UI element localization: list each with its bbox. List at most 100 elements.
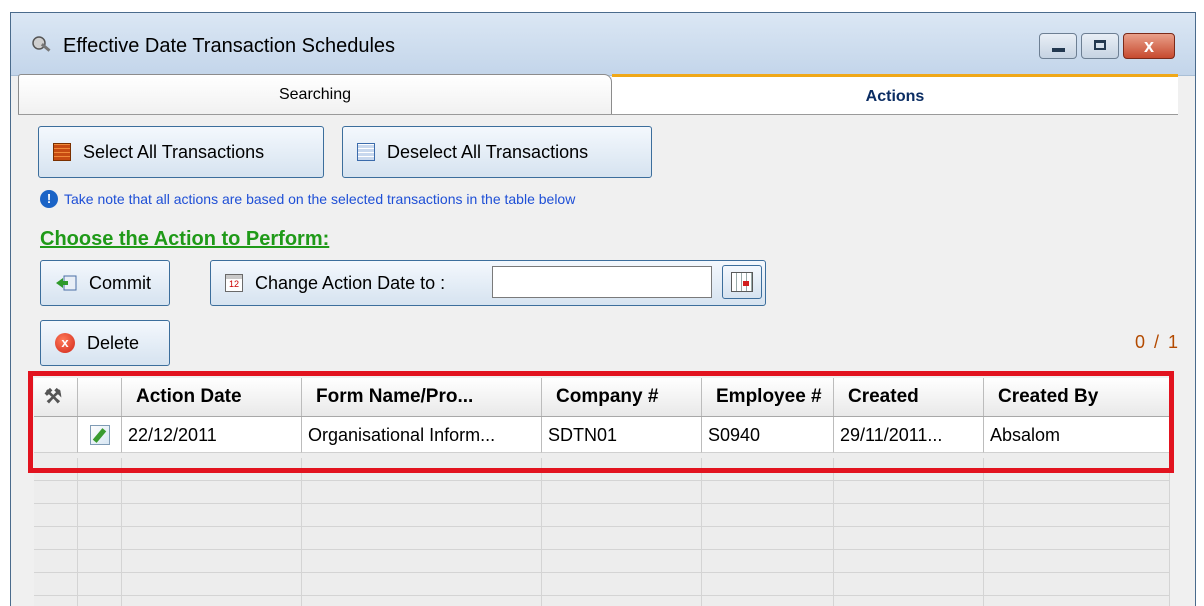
empty-cell [34,527,78,550]
empty-cell [34,573,78,596]
empty-cell [984,458,1170,481]
tab-searching[interactable]: Searching [18,74,612,114]
empty-cell [984,596,1170,606]
info-icon: ! [40,190,58,208]
empty-cell [542,527,702,550]
window-title: Effective Date Transaction Schedules [63,35,396,57]
close-icon: x [1143,36,1154,56]
empty-cell [78,458,122,481]
empty-cell [78,550,122,573]
empty-cell [34,504,78,527]
empty-cell [542,504,702,527]
empty-cell [122,596,302,606]
empty-cell [542,458,702,481]
empty-cell [834,458,984,481]
maximize-button[interactable] [1081,33,1119,59]
empty-cell [78,573,122,596]
empty-row [34,458,1170,481]
empty-cell [302,596,542,606]
empty-cell [542,481,702,504]
empty-cell [122,481,302,504]
cell-employee[interactable]: S0940 [702,417,834,453]
column-header-created-by[interactable]: Created By [984,378,1170,416]
empty-cell [302,481,542,504]
empty-cell [542,550,702,573]
empty-cell [122,458,302,481]
column-header-company[interactable]: Company # [542,378,702,416]
column-header-employee[interactable]: Employee # [702,378,834,416]
table-row[interactable]: 22/12/2011 Organisational Inform... SDTN… [34,417,1170,453]
empty-cell [302,550,542,573]
commit-button[interactable]: Commit [40,260,170,306]
delete-button[interactable]: x Delete [40,320,170,366]
empty-cell [834,573,984,596]
calendar-picker-button[interactable] [722,265,762,299]
empty-cell [122,527,302,550]
empty-cell [702,458,834,481]
empty-cell [702,481,834,504]
empty-cell [122,550,302,573]
empty-row [34,596,1170,606]
cell-action-date[interactable]: 22/12/2011 [122,417,302,453]
empty-cell [302,527,542,550]
empty-cell [542,573,702,596]
empty-cell [78,504,122,527]
row-status-cell [78,417,122,453]
empty-cell [834,527,984,550]
action-heading: Choose the Action to Perform: [40,228,330,250]
row-selector[interactable] [34,417,78,453]
info-note: Take note that all actions are based on … [64,191,576,207]
change-date-label: Change Action Date to : [255,272,446,293]
select-grid-icon [53,143,71,161]
empty-cell [78,481,122,504]
delete-icon: x [55,333,75,353]
delete-label: Delete [87,332,140,353]
column-header-created[interactable]: Created [834,378,984,416]
empty-row [34,481,1170,504]
title-bar[interactable]: Effective Date Transaction Schedules x [11,13,1195,76]
empty-cell [834,504,984,527]
empty-cell [302,458,542,481]
cell-created[interactable]: 29/11/2011... [834,417,984,453]
column-header-status[interactable] [78,378,122,416]
empty-cell [34,550,78,573]
edit-icon[interactable] [90,425,110,445]
empty-cell [122,573,302,596]
empty-cell [702,550,834,573]
calendar-icon: 12 [225,274,243,292]
empty-cell [984,481,1170,504]
empty-cell [702,527,834,550]
selection-counter: 0 / 1 [1134,332,1180,352]
commit-label: Commit [89,272,151,293]
empty-cell [984,504,1170,527]
tab-actions[interactable]: Actions [612,74,1178,114]
empty-cell [302,504,542,527]
tools-icon: ⚒ [44,386,62,408]
empty-cell [122,504,302,527]
cell-created-by[interactable]: Absalom [984,417,1170,453]
empty-row [34,550,1170,573]
cell-company[interactable]: SDTN01 [542,417,702,453]
deselect-all-transactions-button[interactable]: Deselect All Transactions [342,126,652,178]
close-button[interactable]: x [1123,33,1175,59]
empty-cell [702,504,834,527]
deselect-all-label: Deselect All Transactions [387,141,589,162]
column-header-tools[interactable]: ⚒ [34,378,78,416]
empty-row [34,504,1170,527]
column-header-action-date[interactable]: Action Date [122,378,302,416]
select-all-transactions-button[interactable]: Select All Transactions [38,126,324,178]
minimize-button[interactable] [1039,33,1077,59]
empty-cell [834,596,984,606]
column-header-form-name[interactable]: Form Name/Pro... [302,378,542,416]
window-controls: x [1035,33,1175,59]
empty-cell [834,481,984,504]
action-date-input[interactable] [492,266,712,298]
calendar-picker-icon [731,272,753,292]
cell-form-name[interactable]: Organisational Inform... [302,417,542,453]
minimize-icon [1052,48,1065,52]
transactions-table: ⚒ Action Date Form Name/Pro... Company #… [34,378,1170,606]
app-icon [32,36,51,52]
empty-cell [984,573,1170,596]
empty-cell [702,573,834,596]
empty-row [34,573,1170,596]
